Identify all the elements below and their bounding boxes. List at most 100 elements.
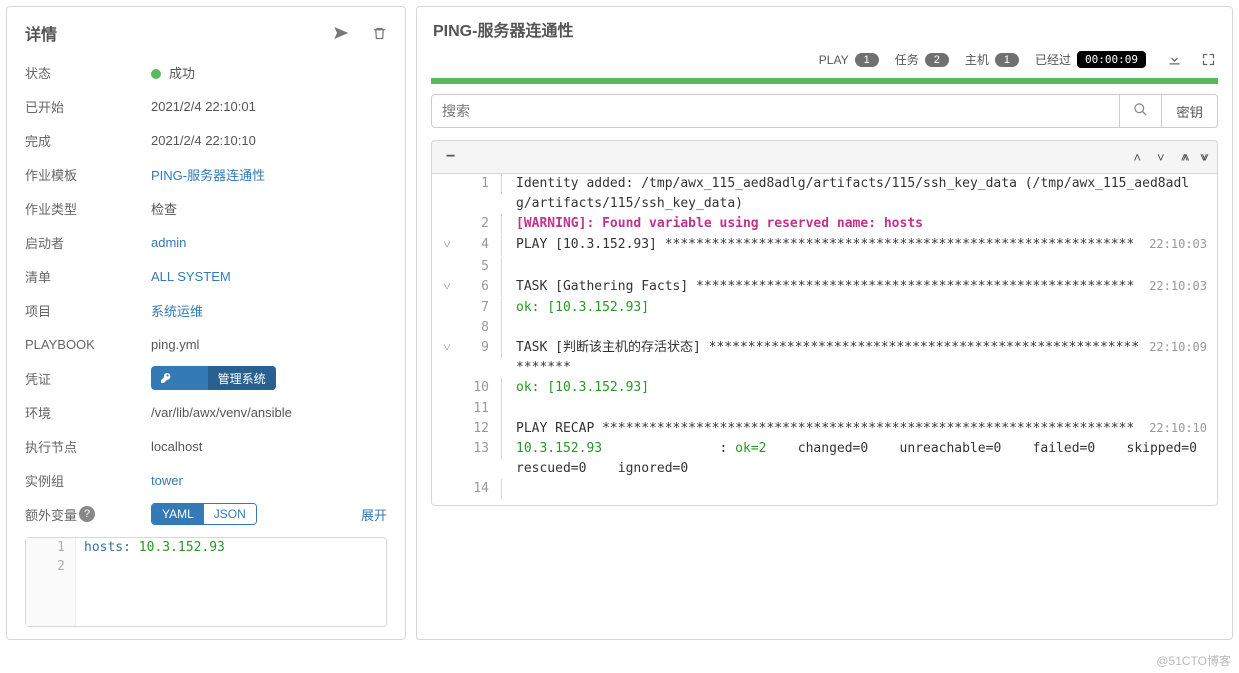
line-time: 22:10:03 xyxy=(1139,235,1217,254)
line-time: 22:10:03 xyxy=(1139,277,1217,296)
output-line: 11 xyxy=(432,399,1217,419)
line-caret[interactable]: ˅ xyxy=(432,235,462,256)
label-launched-by: 启动者 xyxy=(25,233,151,252)
label-finished: 完成 xyxy=(25,131,151,150)
line-caret xyxy=(432,419,462,420)
output-line: 1Identity added: /tmp/awx_115_aed8adlg/a… xyxy=(432,174,1217,214)
stat-elapsed-value: 00:00:09 xyxy=(1077,51,1146,68)
stat-play-label: PLAY xyxy=(819,53,849,67)
line-text: ok: [10.3.152.93] xyxy=(502,298,1197,318)
stat-tasks-label: 任务 xyxy=(895,51,919,68)
line-number: 13 xyxy=(462,439,502,459)
delete-icon[interactable] xyxy=(371,25,387,41)
json-tab[interactable]: JSON xyxy=(204,504,256,524)
output-panel: PING-服务器连通性 PLAY 1 任务 2 主机 1 已经过 00:00:09 密钥… xyxy=(416,6,1233,640)
value-node: localhost xyxy=(151,439,202,454)
label-status: 状态 xyxy=(25,63,151,82)
line-caret xyxy=(432,257,462,258)
line-number: 2 xyxy=(462,214,502,234)
value-inventory[interactable]: ALL SYSTEM xyxy=(151,269,231,284)
line-time: 22:10:10 xyxy=(1139,419,1217,438)
value-template[interactable]: PING-服务器连通性 xyxy=(151,165,265,184)
line-text: Identity added: /tmp/awx_115_aed8adlg/ar… xyxy=(502,174,1197,214)
line-number: 1 xyxy=(462,174,502,194)
value-credential[interactable]: 管理系统 xyxy=(151,366,276,390)
output-title: PING-服务器连通性 xyxy=(433,17,1218,41)
line-caret xyxy=(432,318,462,319)
stats-bar: PLAY 1 任务 2 主机 1 已经过 00:00:09 xyxy=(431,47,1218,78)
output-line: 7ok: [10.3.152.93] xyxy=(432,298,1217,318)
details-title: 详情 xyxy=(25,21,57,45)
output-line: 8 xyxy=(432,318,1217,338)
line-number: 9 xyxy=(462,338,502,358)
output-line: ˅9TASK [判断该主机的存活状态] ********************… xyxy=(432,338,1217,378)
line-number: 11 xyxy=(462,399,502,419)
stat-play-count: 1 xyxy=(855,53,879,67)
job-output: 1Identity added: /tmp/awx_115_aed8adlg/a… xyxy=(431,173,1218,506)
next-icon[interactable]: ˅ xyxy=(1157,150,1165,165)
output-line: 12PLAY RECAP ***************************… xyxy=(432,419,1217,439)
stat-hosts-label: 主机 xyxy=(965,51,989,68)
top-icon[interactable]: ˄˄ xyxy=(1181,150,1184,165)
key-button[interactable]: 密钥 xyxy=(1162,94,1218,128)
label-credential: 凭证 xyxy=(25,369,151,388)
line-number: 8 xyxy=(462,318,502,338)
output-line: 1310.3.152.93 : ok=2 changed=0 unreachab… xyxy=(432,439,1217,479)
format-toggle[interactable]: YAMLJSON xyxy=(151,503,257,525)
yaml-tab[interactable]: YAML xyxy=(152,504,204,524)
line-text: PLAY [10.3.152.93] *********************… xyxy=(502,235,1139,255)
line-number: 12 xyxy=(462,419,502,439)
output-line: 5 xyxy=(432,257,1217,277)
line-number: 6 xyxy=(462,277,502,297)
label-playbook: PLAYBOOK xyxy=(25,337,151,352)
line-number: 5 xyxy=(462,257,502,277)
line-number: 14 xyxy=(462,479,502,499)
extra-vars-editor[interactable]: 1hosts: 10.3.152.93 2 xyxy=(25,537,387,627)
stat-hosts-count: 1 xyxy=(995,53,1019,67)
label-template: 作业模板 xyxy=(25,165,151,184)
value-group[interactable]: tower xyxy=(151,473,183,488)
line-caret xyxy=(432,479,462,480)
value-type: 检查 xyxy=(151,199,177,218)
line-caret xyxy=(432,214,462,215)
line-text: [WARNING]: Found variable using reserved… xyxy=(502,214,1197,234)
relaunch-icon[interactable] xyxy=(333,25,349,41)
collapse-all-button[interactable]: − xyxy=(446,148,455,166)
line-text: TASK [Gathering Facts] *****************… xyxy=(502,277,1139,297)
value-finished: 2021/2/4 22:10:10 xyxy=(151,133,256,148)
prev-icon[interactable]: ˄ xyxy=(1133,150,1141,165)
search-button[interactable] xyxy=(1120,94,1162,128)
line-caret[interactable]: ˅ xyxy=(432,338,462,359)
value-env: /var/lib/awx/venv/ansible xyxy=(151,405,292,420)
expand-icon[interactable] xyxy=(1200,52,1216,68)
label-type: 作业类型 xyxy=(25,199,151,218)
status-dot-success xyxy=(151,69,161,79)
label-started: 已开始 xyxy=(25,97,151,116)
stat-tasks-count: 2 xyxy=(925,53,949,67)
line-caret xyxy=(432,378,462,379)
label-inventory: 清单 xyxy=(25,267,151,286)
line-caret xyxy=(432,439,462,440)
line-text: PLAY RECAP *****************************… xyxy=(502,419,1139,439)
line-number: 4 xyxy=(462,235,502,255)
expand-link[interactable]: 展开 xyxy=(361,505,387,524)
bottom-icon[interactable]: ˅˅ xyxy=(1200,150,1203,165)
line-caret xyxy=(432,298,462,299)
label-node: 执行节点 xyxy=(25,437,151,456)
line-caret[interactable]: ˅ xyxy=(432,277,462,298)
details-panel: 详情 状态成功 已开始2021/2/4 22:10:01 完成2021/2/4 … xyxy=(6,6,406,640)
output-line: 10ok: [10.3.152.93] xyxy=(432,378,1217,398)
output-line: 2[WARNING]: Found variable using reserve… xyxy=(432,214,1217,234)
line-text: ok: [10.3.152.93] xyxy=(502,378,1197,398)
value-project[interactable]: 系统运维 xyxy=(151,301,203,320)
line-caret xyxy=(432,399,462,400)
download-icon[interactable] xyxy=(1166,52,1182,68)
value-launched-by[interactable]: admin xyxy=(151,235,186,250)
search-input[interactable] xyxy=(431,94,1120,128)
value-playbook: ping.yml xyxy=(151,337,199,352)
help-icon[interactable]: ? xyxy=(79,506,95,522)
label-extra-vars: 额外变量? xyxy=(25,505,151,524)
line-time: 22:10:09 xyxy=(1139,338,1217,357)
stat-elapsed-label: 已经过 xyxy=(1035,51,1071,68)
value-started: 2021/2/4 22:10:01 xyxy=(151,99,256,114)
